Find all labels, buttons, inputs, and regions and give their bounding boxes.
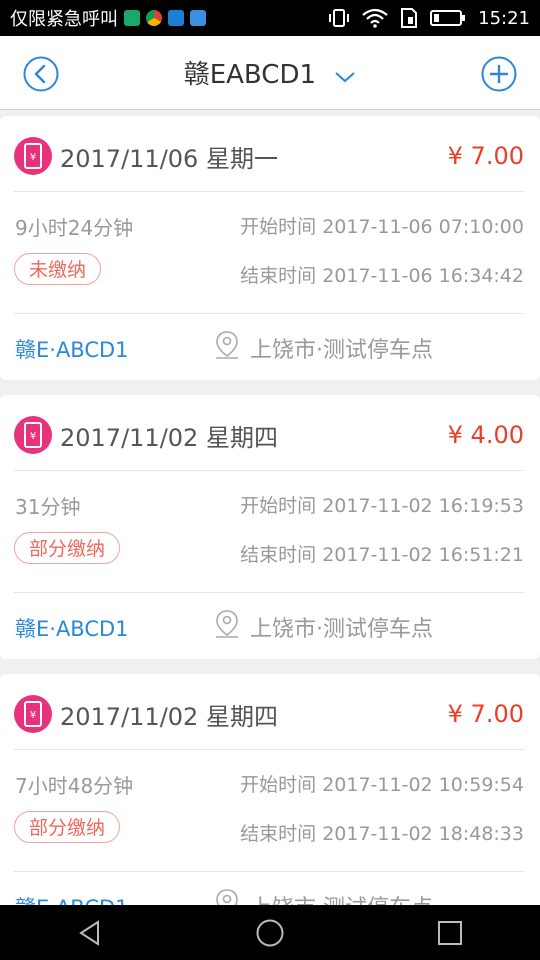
mobile-payment-icon: ¥ <box>14 695 52 733</box>
divider <box>14 871 524 872</box>
mobile-payment-icon: ¥ <box>14 137 52 175</box>
location-pin-icon <box>214 609 240 645</box>
chevron-down-icon <box>334 61 356 91</box>
start-time: 开始时间 2017-11-02 16:19:53 <box>240 495 524 517</box>
location-name: 上饶市·测试停车点 <box>250 617 433 642</box>
app-icon-blue <box>168 10 184 26</box>
add-circle-icon[interactable] <box>481 56 517 92</box>
start-time: 开始时间 2017-11-02 10:59:54 <box>240 774 524 796</box>
app-icon-photo <box>190 10 206 26</box>
clock: 15:21 <box>478 7 530 29</box>
svg-text:¥: ¥ <box>30 431 36 442</box>
page-title: 赣EABCD1 <box>183 60 317 90</box>
vehicle-selector[interactable]: 赣EABCD1 <box>0 54 540 91</box>
divider <box>14 592 524 593</box>
nav-home-icon[interactable] <box>240 905 300 960</box>
record-amount: ¥ 4.00 <box>447 421 524 449</box>
parking-record-card[interactable]: ¥ 2017/11/02 星期四 ¥ 4.00 31分钟 开始时间 2017-1… <box>0 395 540 659</box>
svg-text:¥: ¥ <box>30 152 36 163</box>
app-icon-chrome <box>146 10 162 26</box>
app-header: 赣EABCD1 <box>0 36 540 110</box>
location-name: 上饶市·测试停车点 <box>250 338 433 363</box>
status-bar: 仅限紧急呼叫 15:21 <box>0 0 540 36</box>
end-time: 结束时间 2017-11-06 16:34:42 <box>240 265 524 287</box>
record-date: 2017/11/02 星期四 <box>60 423 278 452</box>
sim-icon <box>400 8 418 28</box>
svg-text:¥: ¥ <box>30 710 36 721</box>
divider <box>14 313 524 314</box>
payment-status-badge: 未缴纳 <box>14 253 102 285</box>
divider <box>14 470 524 471</box>
end-time: 结束时间 2017-11-02 16:51:21 <box>240 544 524 566</box>
nav-recents-icon[interactable] <box>420 905 480 960</box>
vibrate-icon <box>328 8 350 28</box>
license-plate: 赣E·ABCD1 <box>15 617 129 641</box>
parking-duration: 7小时48分钟 <box>15 774 134 798</box>
parking-duration: 9小时24分钟 <box>15 216 134 240</box>
record-amount: ¥ 7.00 <box>447 142 524 170</box>
parking-duration: 31分钟 <box>15 495 81 519</box>
payment-status-badge: 部分缴纳 <box>14 811 121 843</box>
mobile-payment-icon: ¥ <box>14 416 52 454</box>
app-icon-green <box>124 10 140 26</box>
location-pin-icon <box>214 330 240 366</box>
nav-back-icon[interactable] <box>60 905 120 960</box>
parking-record-card[interactable]: ¥ 2017/11/02 星期四 ¥ 7.00 7小时48分钟 开始时间 201… <box>0 674 540 938</box>
record-amount: ¥ 7.00 <box>447 700 524 728</box>
parking-record-card[interactable]: ¥ 2017/11/06 星期一 ¥ 7.00 9小时24分钟 开始时间 201… <box>0 116 540 380</box>
divider <box>14 191 524 192</box>
system-nav-bar <box>0 905 540 960</box>
carrier-text: 仅限紧急呼叫 <box>10 9 118 30</box>
location: 上饶市·测试停车点 <box>214 609 433 645</box>
location: 上饶市·测试停车点 <box>214 330 433 366</box>
battery-icon <box>430 9 466 27</box>
start-time: 开始时间 2017-11-06 07:10:00 <box>240 216 524 238</box>
parking-record-list: ¥ 2017/11/06 星期一 ¥ 7.00 9小时24分钟 开始时间 201… <box>0 116 540 953</box>
divider <box>14 749 524 750</box>
end-time: 结束时间 2017-11-02 18:48:33 <box>240 823 524 845</box>
record-date: 2017/11/02 星期四 <box>60 702 278 731</box>
license-plate: 赣E·ABCD1 <box>15 338 129 362</box>
payment-status-badge: 部分缴纳 <box>14 532 121 564</box>
wifi-icon <box>362 8 388 28</box>
record-date: 2017/11/06 星期一 <box>60 144 278 173</box>
